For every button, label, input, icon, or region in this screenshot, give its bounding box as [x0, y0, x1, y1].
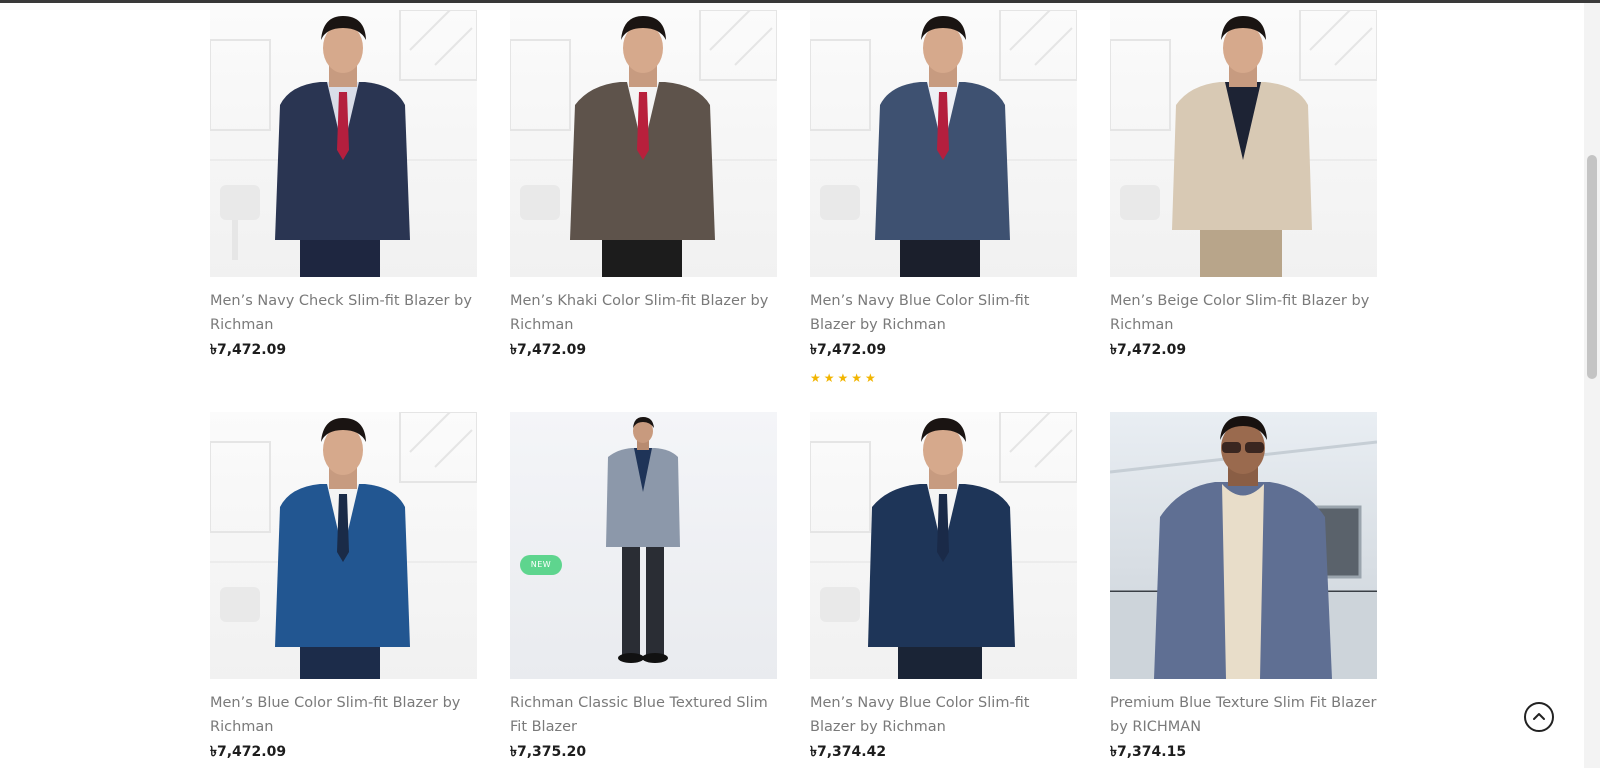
vertical-scrollbar[interactable] [1584, 3, 1600, 768]
product-image[interactable] [810, 412, 1077, 679]
product-image[interactable] [1110, 10, 1377, 277]
product-price: ৳7,472.09 [810, 342, 887, 358]
product-price: ৳7,472.09 [210, 744, 287, 760]
product-title[interactable]: Men’s Navy Blue Color Slim-fit Blazer by… [810, 691, 1077, 739]
product-image[interactable] [510, 10, 777, 277]
product-title[interactable]: Richman Classic Blue Textured Slim Fit B… [510, 691, 777, 739]
product-image[interactable]: NEW [510, 412, 777, 679]
product-price: ৳7,375.20 [510, 744, 587, 760]
model-illustration [810, 412, 1077, 679]
product-title[interactable]: Men’s Blue Color Slim-fit Blazer by Rich… [210, 691, 477, 739]
product-title[interactable]: Men’s Navy Blue Color Slim-fit Blazer by… [810, 289, 1077, 337]
product-card[interactable]: Men’s Blue Color Slim-fit Blazer by Rich… [210, 412, 477, 764]
product-image[interactable] [1110, 412, 1377, 679]
product-title[interactable]: Men’s Beige Color Slim-fit Blazer by Ric… [1110, 289, 1377, 337]
product-title[interactable]: Men’s Khaki Color Slim-fit Blazer by Ric… [510, 289, 777, 337]
product-card[interactable]: Men’s Beige Color Slim-fit Blazer by Ric… [1110, 10, 1377, 362]
product-title[interactable]: Premium Blue Texture Slim Fit Blazer by … [1110, 691, 1377, 739]
model-illustration [210, 412, 477, 679]
chevron-up-icon [1533, 713, 1545, 720]
scrollbar-thumb[interactable] [1587, 155, 1597, 379]
back-to-top-button[interactable] [1524, 702, 1554, 732]
product-image[interactable] [810, 10, 1077, 277]
product-card[interactable]: Men’s Navy Blue Color Slim-fit Blazer by… [810, 412, 1077, 764]
product-price: ৳7,472.09 [210, 342, 287, 358]
new-badge: NEW [520, 555, 562, 575]
product-title[interactable]: Men’s Navy Check Slim-fit Blazer by Rich… [210, 289, 477, 337]
product-price: ৳7,374.42 [810, 744, 887, 760]
model-illustration [1110, 416, 1377, 679]
product-grid: Men’s Navy Check Slim-fit Blazer by Rich… [0, 0, 1580, 768]
product-card[interactable]: NEW Richman Classic Blue Textured Slim F… [510, 412, 777, 764]
product-image[interactable] [210, 412, 477, 679]
product-card[interactable]: Premium Blue Texture Slim Fit Blazer by … [1110, 412, 1377, 764]
model-illustration [510, 10, 777, 277]
model-illustration [606, 417, 680, 663]
product-card[interactable]: Men’s Navy Check Slim-fit Blazer by Rich… [210, 10, 477, 362]
product-image[interactable] [210, 10, 477, 277]
product-price: ৳7,472.09 [510, 342, 587, 358]
product-price: ৳7,374.15 [1110, 744, 1187, 760]
product-card[interactable]: Men’s Navy Blue Color Slim-fit Blazer by… [810, 10, 1077, 385]
product-card[interactable]: Men’s Khaki Color Slim-fit Blazer by Ric… [510, 10, 777, 362]
model-illustration [810, 10, 1077, 277]
model-illustration [1110, 10, 1377, 277]
model-illustration [210, 10, 477, 277]
rating-stars: ★★★★★ [810, 371, 879, 385]
product-price: ৳7,472.09 [1110, 342, 1187, 358]
